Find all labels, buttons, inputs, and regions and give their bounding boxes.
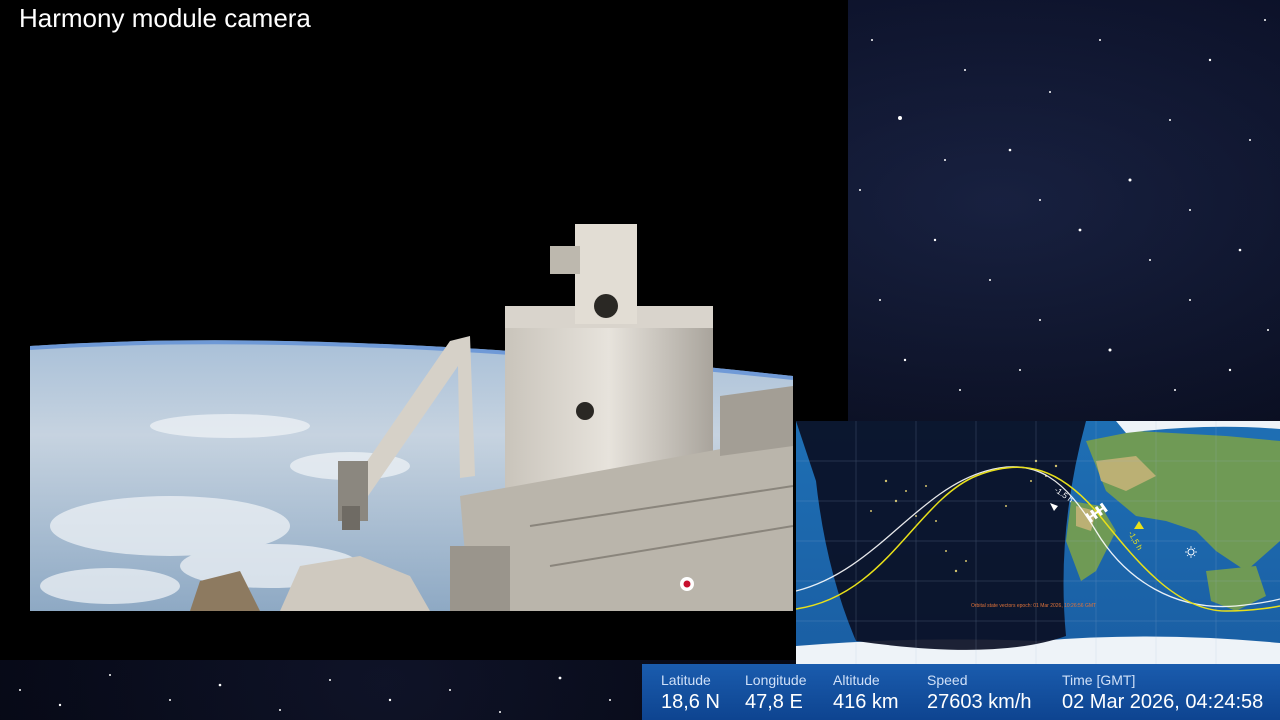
speed-value: 27603 km/h [927,691,1032,713]
altitude-label: Altitude [833,672,880,688]
latitude-value: 18,6 N [661,691,720,713]
camera-feed[interactable] [30,66,793,611]
time-value: 02 Mar 2026, 04:24:58 [1062,691,1264,713]
time-label: Time [GMT] [1062,672,1136,688]
video-feed-panel: Harmony module camera [0,0,848,660]
longitude-label: Longitude [745,672,807,688]
camera-feed-image [30,66,793,611]
world-map: -1.5 h -1,5 h Orbital state vectors epoc… [796,421,1280,664]
speed-label: Speed [927,672,968,688]
altitude-value: 416 km [833,691,899,713]
epoch-note: Orbital state vectors epoch: 01 Mar 2026… [971,603,1096,609]
latitude-label: Latitude [661,672,711,688]
telemetry-bar: Latitude 18,6 N Longitude 47,8 E Altitud… [642,664,1280,720]
feed-title: Harmony module camera [19,3,311,33]
longitude-value: 47,8 E [745,691,803,713]
ground-track-map[interactable]: -1.5 h -1,5 h Orbital state vectors epoc… [796,421,1280,664]
